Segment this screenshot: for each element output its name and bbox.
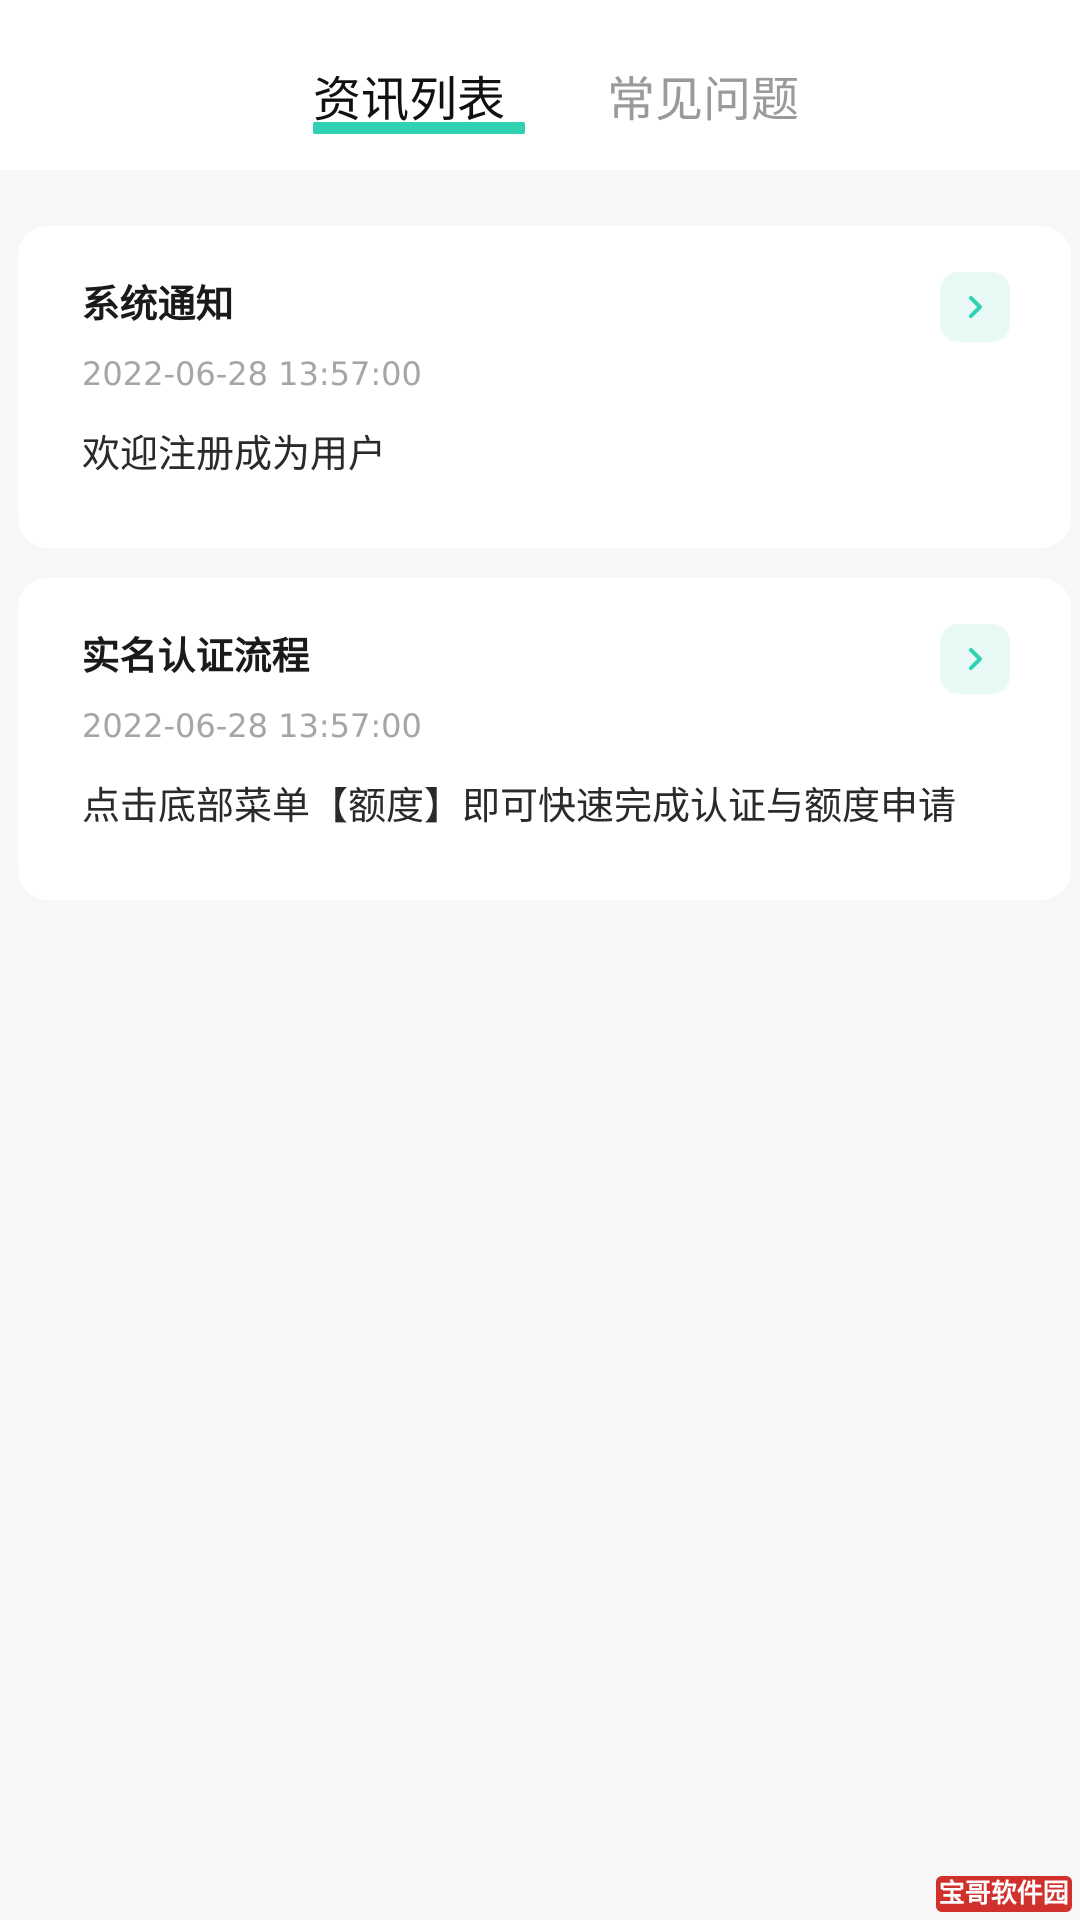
news-summary: 欢迎注册成为用户 (82, 432, 387, 476)
news-timestamp: 2022-06-28 13:57:00 (82, 355, 422, 393)
news-summary: 点击底部菜单【额度】即可快速完成认证与额度申请 (82, 784, 957, 828)
news-card[interactable]: 系统通知 2022-06-28 13:57:00 欢迎注册成为用户 (18, 226, 1071, 548)
news-timestamp: 2022-06-28 13:57:00 (82, 707, 422, 745)
chevron-right-icon (969, 296, 982, 318)
news-card[interactable]: 实名认证流程 2022-06-28 13:57:00 点击底部菜单【额度】即可快… (18, 578, 1071, 900)
top-tab-bar: 资讯列表 常见问题 (0, 0, 1080, 170)
active-tab-indicator (313, 122, 525, 134)
open-news-button[interactable] (940, 624, 1010, 694)
chevron-right-icon (969, 648, 982, 670)
open-news-button[interactable] (940, 272, 1010, 342)
news-title: 系统通知 (82, 282, 235, 326)
watermark-logo: 宝哥软件园 (936, 1876, 1072, 1912)
tab-faq[interactable]: 常见问题 (607, 64, 799, 136)
news-title: 实名认证流程 (82, 634, 311, 678)
